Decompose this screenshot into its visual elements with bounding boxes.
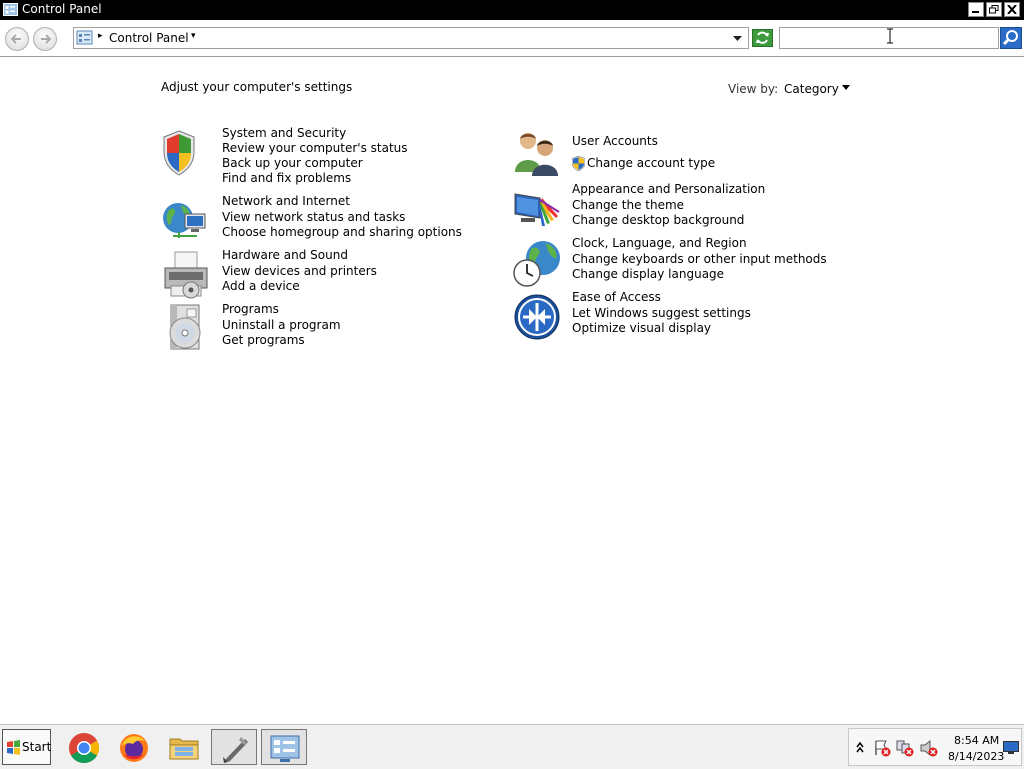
chrome-icon xyxy=(69,733,100,764)
control-panel-icon xyxy=(270,735,300,762)
link-devices-printers[interactable]: View devices and printers xyxy=(222,264,377,278)
taskbar-app-4-icon xyxy=(223,737,248,763)
breadcrumb-control-panel[interactable]: Control Panel xyxy=(109,31,189,45)
address-bar[interactable]: ▸ Control Panel ▾ xyxy=(73,27,749,49)
link-get-programs[interactable]: Get programs xyxy=(222,333,305,347)
start-button[interactable]: Start xyxy=(2,729,51,765)
clock-date[interactable]: 8/14/2023 xyxy=(948,750,1004,763)
show-desktop-icon[interactable] xyxy=(1003,741,1019,754)
uac-shield-icon xyxy=(572,156,585,171)
forward-arrow-icon xyxy=(41,34,52,44)
category-title-user-accounts[interactable]: User Accounts xyxy=(572,134,658,148)
volume-muted-icon[interactable] xyxy=(920,739,938,757)
link-backup[interactable]: Back up your computer xyxy=(222,156,363,170)
address-toolbar: ▸ Control Panel ▾ xyxy=(0,20,1024,57)
file-explorer-icon xyxy=(169,738,199,760)
title-bar: Control Panel xyxy=(0,0,1024,20)
category-title-network-internet[interactable]: Network and Internet xyxy=(222,194,350,208)
taskbar-app-4[interactable] xyxy=(211,729,257,765)
view-by-dropdown-icon[interactable] xyxy=(842,85,850,91)
link-suggest-settings[interactable]: Let Windows suggest settings xyxy=(572,306,751,320)
firefox-icon xyxy=(120,734,148,762)
minimize-icon xyxy=(972,11,979,13)
clock-time[interactable]: 8:54 AM xyxy=(954,734,999,747)
windows-logo-icon xyxy=(7,740,20,755)
system-tray: 8:54 AM 8/14/2023 xyxy=(848,728,1022,766)
breadcrumb-separator-icon[interactable]: ▸ xyxy=(98,31,103,41)
breadcrumb-dropdown-icon[interactable]: ▾ xyxy=(191,31,196,41)
text-cursor-icon xyxy=(887,28,893,44)
refresh-button[interactable] xyxy=(752,29,773,47)
back-arrow-icon xyxy=(10,34,21,44)
link-uninstall-program[interactable]: Uninstall a program xyxy=(222,318,341,332)
programs-disc-icon xyxy=(169,304,201,350)
address-history-dropdown-icon[interactable] xyxy=(733,32,742,44)
taskbar-control-panel[interactable] xyxy=(261,729,307,765)
restore-button[interactable] xyxy=(986,2,1002,17)
link-change-theme[interactable]: Change the theme xyxy=(572,198,684,212)
link-homegroup[interactable]: Choose homegroup and sharing options xyxy=(222,225,462,239)
window-title: Control Panel xyxy=(22,2,102,16)
search-icon xyxy=(1002,30,1018,46)
taskbar-chrome[interactable] xyxy=(61,729,107,765)
link-review-status[interactable]: Review your computer's status xyxy=(222,141,408,155)
link-find-fix[interactable]: Find and fix problems xyxy=(222,171,351,185)
category-title-clock-language-region[interactable]: Clock, Language, and Region xyxy=(572,236,747,250)
monitor-palette-icon xyxy=(514,193,560,226)
back-button[interactable] xyxy=(5,27,29,51)
link-desktop-background[interactable]: Change desktop background xyxy=(572,213,744,227)
printer-icon xyxy=(164,251,208,299)
shield-icon xyxy=(163,130,195,176)
users-icon xyxy=(515,133,558,176)
taskbar: Start 8:54 AM 8/14/2023 xyxy=(0,724,1024,769)
taskbar-file-explorer[interactable] xyxy=(161,729,207,765)
category-title-hardware-sound[interactable]: Hardware and Sound xyxy=(222,248,348,262)
close-icon xyxy=(1007,5,1017,14)
restore-icon xyxy=(989,5,999,14)
link-optimize-display[interactable]: Optimize visual display xyxy=(572,321,711,335)
action-center-flag-icon[interactable] xyxy=(873,739,891,757)
close-button[interactable] xyxy=(1004,2,1020,17)
search-button[interactable] xyxy=(1000,27,1022,49)
link-display-language[interactable]: Change display language xyxy=(572,267,724,281)
page-heading: Adjust your computer's settings xyxy=(161,80,353,94)
minimize-button[interactable] xyxy=(968,2,984,17)
ease-of-access-icon xyxy=(514,294,560,340)
link-change-account-type[interactable]: Change account type xyxy=(587,156,715,170)
category-title-ease-of-access[interactable]: Ease of Access xyxy=(572,290,661,304)
refresh-icon xyxy=(756,31,769,44)
category-title-programs[interactable]: Programs xyxy=(222,302,279,316)
taskbar-firefox[interactable] xyxy=(111,729,157,765)
control-panel-icon xyxy=(3,3,18,16)
network-globe-icon xyxy=(163,203,206,238)
category-title-system-security[interactable]: System and Security xyxy=(222,126,346,140)
start-label: Start xyxy=(22,740,52,754)
show-hidden-icons-icon[interactable] xyxy=(856,741,864,753)
forward-button[interactable] xyxy=(33,27,57,51)
network-tray-icon[interactable] xyxy=(896,739,914,757)
view-by-dropdown[interactable]: Category xyxy=(784,82,839,96)
clock-globe-icon xyxy=(513,241,560,287)
view-by-label: View by: xyxy=(728,82,779,96)
link-add-device[interactable]: Add a device xyxy=(222,279,300,293)
control-panel-icon xyxy=(76,30,93,45)
link-change-keyboards[interactable]: Change keyboards or other input methods xyxy=(572,252,827,266)
link-network-status[interactable]: View network status and tasks xyxy=(222,210,405,224)
category-title-appearance[interactable]: Appearance and Personalization xyxy=(572,182,765,196)
